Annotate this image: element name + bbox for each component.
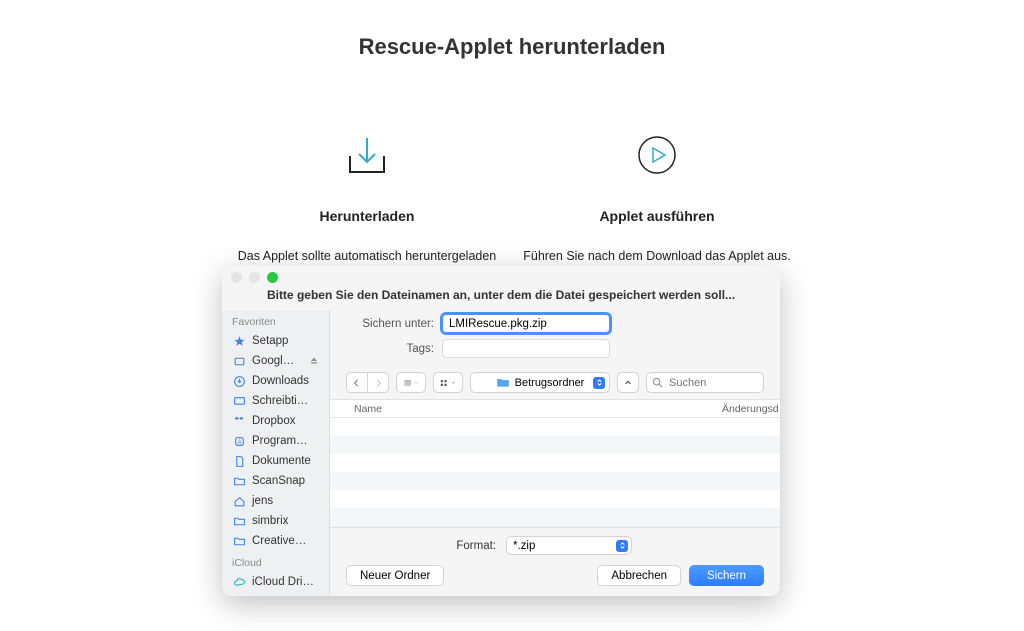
star-icon [232,334,246,348]
download-icon [232,374,246,388]
sidebar-item-google[interactable]: Googl… [222,351,329,371]
sidebar-item-icloud-drive[interactable]: iCloud Dri… [222,572,329,592]
sidebar-item-creative[interactable]: Creative… [222,531,329,551]
format-label: Format: [346,540,506,552]
dialog-title: Bitte geben Sie den Dateinamen an, unter… [222,288,780,310]
sidebar-item-simbrix[interactable]: simbrix [222,511,329,531]
sidebar-item-applications[interactable]: A Program… [222,431,329,451]
chevron-updown-icon [593,377,605,389]
page-title: Rescue-Applet herunterladen [0,0,1024,60]
traffic-light-minimize[interactable] [249,272,260,283]
column-modified[interactable]: Änderungsd [722,403,780,415]
toolbar: Betrugsordner [330,370,780,399]
icloud-icon [232,575,246,589]
sidebar-item-scansnap[interactable]: ScanSnap [222,471,329,491]
sidebar-section-favorites: Favoriten [222,310,329,331]
dialog-main: Sichern unter: Tags: Betrugsordner [330,310,780,596]
desktop-icon [232,394,246,408]
search-input[interactable] [646,372,764,393]
nav-up-button[interactable] [617,372,639,393]
chevron-updown-icon [616,540,628,552]
traffic-light-zoom[interactable] [267,272,278,283]
sidebar-item-desktop[interactable]: Schreibti… [222,391,329,411]
tags-label: Tags: [346,343,442,355]
new-folder-button[interactable]: Neuer Ordner [346,565,444,586]
search-field[interactable] [646,372,764,393]
save-as-label: Sichern unter: [346,318,442,330]
download-box-icon [346,136,388,174]
eject-icon[interactable] [309,356,319,366]
window-titlebar [222,266,780,288]
path-selector[interactable]: Betrugsordner [470,372,610,393]
sidebar-item-home[interactable]: jens [222,491,329,511]
app-icon: A [232,434,246,448]
svg-text:A: A [237,440,241,446]
shared-folder-icon [232,595,246,596]
sidebar-item-shared[interactable]: Geteilt [222,592,329,596]
save-dialog: Bitte geben Sie den Dateinamen an, unter… [222,266,780,596]
cloud-icon [232,354,246,368]
list-header[interactable]: Name Änderungsd [330,400,780,418]
folder-icon [232,514,246,528]
list-rows [330,418,780,526]
run-heading: Applet ausführen [517,208,797,224]
download-heading: Herunterladen [227,208,507,224]
sidebar: Favoriten Setapp Googl… Downloads Schrei… [222,310,330,596]
sidebar-item-setapp[interactable]: Setapp [222,331,329,351]
column-name[interactable]: Name [330,403,722,415]
folder-icon [232,534,246,548]
file-list[interactable]: Name Änderungsd [330,399,780,528]
save-as-input[interactable] [442,314,610,333]
home-icon [232,494,246,508]
dropbox-icon [232,414,246,428]
sidebar-item-dropbox[interactable]: Dropbox [222,411,329,431]
format-select[interactable]: *.zip [506,536,632,555]
view-list-button[interactable] [396,372,426,393]
play-circle-icon [637,135,677,175]
sidebar-item-documents[interactable]: Dokumente [222,451,329,471]
nav-forward-button[interactable] [367,372,389,393]
sidebar-item-downloads[interactable]: Downloads [222,371,329,391]
sidebar-section-icloud: iCloud [222,551,329,572]
nav-back-button[interactable] [346,372,368,393]
doc-icon [232,454,246,468]
view-grid-button[interactable] [433,372,463,393]
tags-input[interactable] [442,339,610,358]
folder-icon [496,377,510,388]
cancel-button[interactable]: Abbrechen [597,565,681,586]
save-button[interactable]: Sichern [689,565,764,586]
search-icon [652,377,663,388]
traffic-light-close[interactable] [231,272,242,283]
folder-icon [232,474,246,488]
